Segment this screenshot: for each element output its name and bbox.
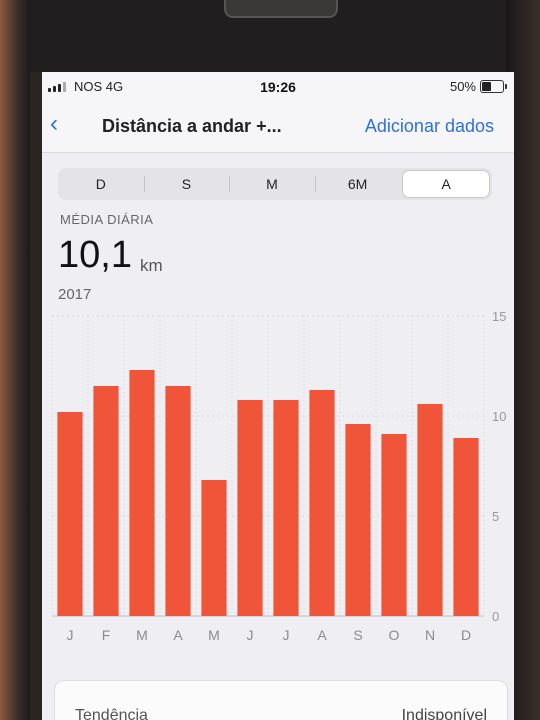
x-tick-label: M (208, 627, 220, 643)
bar-8 (309, 390, 335, 616)
back-chevron-icon[interactable]: ‹ (50, 112, 58, 136)
page-title: Distância a andar +... (102, 116, 282, 136)
y-tick-label: 5 (492, 509, 499, 524)
bar-4 (165, 386, 191, 616)
x-tick-label: A (173, 627, 183, 643)
y-tick-label: 10 (492, 409, 506, 424)
x-tick-label: N (425, 627, 435, 643)
battery-icon (480, 80, 507, 93)
monthly-distance-bar-chart[interactable]: 15 10 5 0 J F M A M J J A S O N D (42, 308, 514, 648)
status-time: 19:26 (260, 79, 296, 95)
x-tick-label: F (102, 627, 111, 643)
segment-6-months[interactable]: 6M (314, 168, 401, 200)
trend-card[interactable]: Tendência Indisponível (54, 680, 508, 720)
segment-month[interactable]: M (229, 168, 315, 200)
x-tick-label: S (353, 627, 362, 643)
segment-day[interactable]: D (58, 168, 144, 200)
battery-percent: 50% (449, 79, 476, 94)
x-tick-label: J (283, 627, 290, 643)
x-tick-label: J (67, 627, 74, 643)
trend-value: Indisponível (401, 707, 487, 720)
summary-unit: km (140, 256, 163, 275)
x-tick-label: M (136, 627, 148, 643)
bar-6 (237, 400, 263, 616)
add-data-button[interactable]: Adicionar dados (365, 116, 494, 137)
navigation-bar: ‹ Distância a andar +... Adicionar dados (42, 100, 514, 153)
health-app-screen: NOS 4G 19:26 50% ‹ Distância a andar +..… (42, 72, 514, 720)
time-range-segmented-control: D S M 6M A (58, 168, 492, 200)
phone-left-bezel (0, 0, 30, 720)
x-tick-label: D (461, 627, 471, 643)
status-bar: NOS 4G 19:26 50% (42, 72, 514, 100)
trend-label: Tendência (75, 707, 148, 720)
summary-value: 10,1 (58, 234, 132, 276)
bar-12 (453, 438, 479, 616)
bar-11 (417, 404, 443, 616)
bar-1 (57, 412, 83, 616)
x-tick-label: J (247, 627, 254, 643)
segment-year[interactable]: A (402, 170, 490, 198)
earpiece-speaker (224, 0, 338, 18)
bar-3 (129, 370, 155, 616)
bar-9 (345, 424, 371, 616)
summary-period: 2017 (58, 286, 92, 303)
segment-week[interactable]: S (143, 168, 230, 200)
y-tick-label: 0 (492, 609, 499, 624)
y-tick-label: 15 (492, 309, 506, 324)
bar-7 (273, 400, 299, 616)
bar-5 (201, 480, 227, 616)
bar-2 (93, 386, 119, 616)
x-tick-label: A (317, 627, 327, 643)
summary-label: MÉDIA DIÁRIA (60, 212, 154, 227)
bar-10 (381, 434, 407, 616)
x-tick-label: O (389, 627, 400, 643)
